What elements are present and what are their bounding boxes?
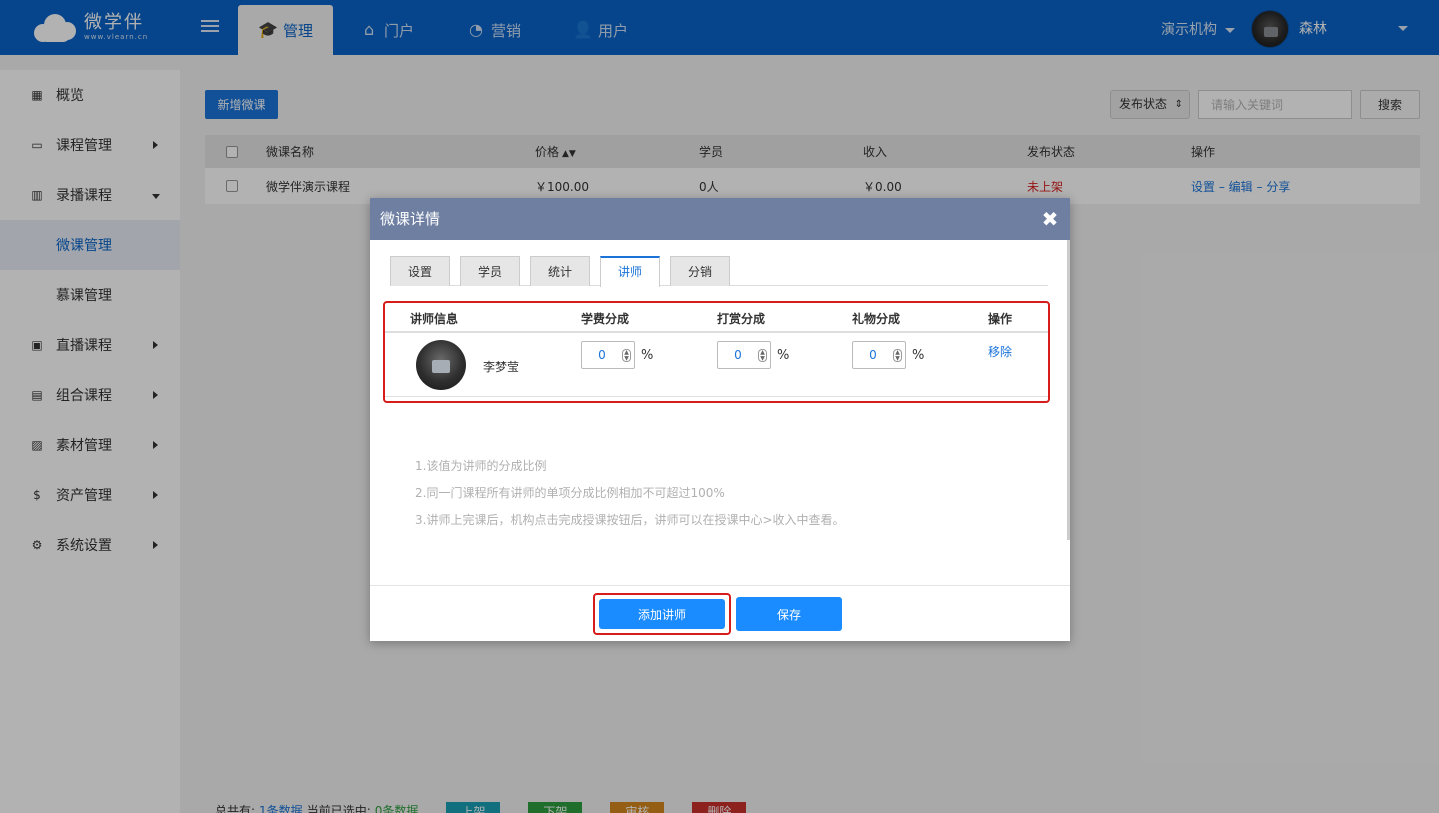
note-line: 2.同一门课程所有讲师的单项分成比例相加不可超过100% [415, 486, 725, 500]
table-row: 李梦莹 ▲▼ % ▲▼ % ▲▼ % 移除 [385, 333, 1048, 397]
note-line: 1.该值为讲师的分成比例 [415, 459, 547, 473]
dialog-header: 微课详情 ✖ [370, 198, 1070, 240]
teacher-avatar [416, 340, 466, 390]
tab-students[interactable]: 学员 [460, 256, 520, 286]
percent-sign: % [777, 347, 790, 363]
note-line: 3.讲师上完课后，机构点击完成授课按钮后，讲师可以在授课中心>收入中查看。 [415, 513, 845, 527]
dialog-footer: 添加讲师 保存 [370, 585, 1070, 641]
teacher-name: 李梦莹 [483, 360, 520, 374]
gift-share-input[interactable] [853, 342, 893, 368]
stepper-icon[interactable]: ▲ ▼ [622, 349, 631, 362]
tuition-share-input[interactable] [582, 342, 622, 368]
tab-settings[interactable]: 设置 [390, 256, 450, 286]
teacher-table-header: 讲师信息 学费分成 打赏分成 礼物分成 操作 [385, 303, 1048, 333]
close-icon[interactable]: ✖ [1040, 209, 1060, 229]
col-teacher-actions: 操作 [988, 312, 1013, 326]
dialog-scrollbar[interactable] [1067, 240, 1070, 540]
dialog-title: 微课详情 [380, 210, 441, 228]
col-gift-share: 礼物分成 [852, 312, 901, 326]
tip-share-input[interactable] [718, 342, 758, 368]
tab-stats[interactable]: 统计 [530, 256, 590, 286]
gift-share-field: ▲▼ % [852, 341, 924, 369]
add-teacher-highlight: 添加讲师 [593, 593, 731, 635]
tab-teachers[interactable]: 讲师 [600, 256, 660, 287]
tuition-share-field: ▲▼ % [581, 341, 653, 369]
percent-sign: % [912, 347, 925, 363]
dialog-tabs: 设置 学员 统计 讲师 分销 [390, 256, 1048, 287]
save-button[interactable]: 保存 [736, 597, 842, 631]
tab-distribution[interactable]: 分销 [670, 256, 730, 286]
micro-course-detail-dialog: 微课详情 ✖ 设置 学员 统计 讲师 分销 讲师信息 学费分成 打赏分成 礼物分… [370, 198, 1070, 641]
remove-teacher-link[interactable]: 移除 [988, 343, 1012, 360]
teacher-table: 讲师信息 学费分成 打赏分成 礼物分成 操作 李梦莹 ▲▼ % ▲▼ % ▲▼ … [383, 301, 1050, 403]
stepper-icon[interactable]: ▲ ▼ [893, 349, 902, 362]
tip-share-field: ▲▼ % [717, 341, 789, 369]
col-teacher-info: 讲师信息 [410, 312, 459, 326]
add-teacher-button[interactable]: 添加讲师 [599, 599, 725, 629]
col-tuition-share: 学费分成 [581, 312, 630, 326]
stepper-icon[interactable]: ▲ ▼ [758, 349, 767, 362]
notes: 1.该值为讲师的分成比例 2.同一门课程所有讲师的单项分成比例相加不可超过100… [415, 453, 845, 534]
col-tip-share: 打赏分成 [717, 312, 766, 326]
percent-sign: % [641, 347, 654, 363]
